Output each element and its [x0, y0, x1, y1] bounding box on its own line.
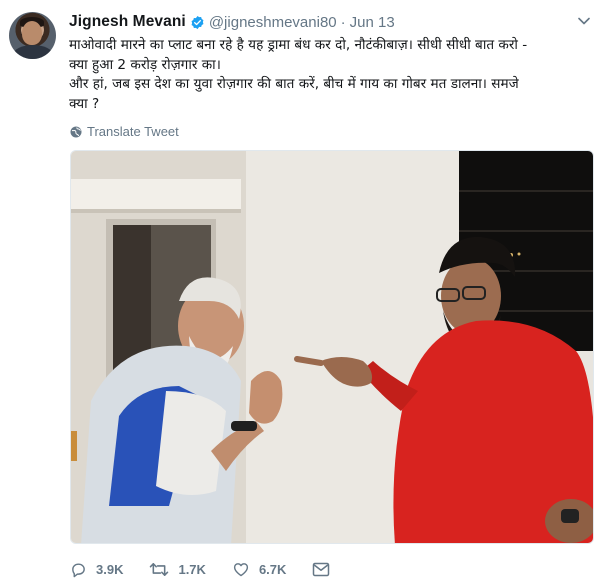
- direct-message-button[interactable]: [312, 562, 339, 577]
- tweet-text-line: माओवादी मारने का प्लाट बना रहे है यह ड्र…: [69, 37, 528, 53]
- verified-badge-icon: [191, 15, 204, 29]
- tweet: Jignesh Mevani @jigneshmevani80 · Jun 13…: [0, 0, 600, 585]
- tweet-text-line: और हां, जब इस देश का युवा रोज़गार की बात…: [69, 76, 519, 92]
- retweet-icon: [150, 562, 169, 576]
- translate-tweet-link[interactable]: Translate Tweet: [70, 124, 179, 139]
- author-handle[interactable]: @jigneshmevani80: [209, 14, 337, 31]
- chevron-down-icon[interactable]: [578, 16, 590, 26]
- tweet-text-line: क्या ?: [69, 95, 100, 112]
- reply-count: 3.9K: [96, 561, 124, 577]
- author-name[interactable]: Jignesh Mevani: [69, 13, 186, 31]
- translate-label: Translate Tweet: [87, 124, 179, 139]
- tweet-header: Jignesh Mevani @jigneshmevani80 · Jun 13: [69, 12, 395, 32]
- photo-illustration: [71, 151, 593, 543]
- reply-button[interactable]: 3.9K: [70, 561, 123, 578]
- globe-icon: [70, 126, 82, 137]
- tweet-photo[interactable]: [70, 150, 594, 544]
- avatar-face: [22, 21, 42, 45]
- retweet-count: 1.7K: [178, 561, 206, 577]
- tweet-text-line: क्या हुआ 2 करोड़ रोज़गार का।: [69, 56, 221, 73]
- tweet-actions: 3.9K 1.7K 6.7K: [70, 558, 370, 580]
- heart-icon: [233, 562, 249, 576]
- like-count: 6.7K: [258, 561, 287, 577]
- tweet-text: माओवादी मारने का प्लाट बना रहे है यह ड्र…: [69, 36, 589, 114]
- separator-dot: ·: [340, 13, 346, 31]
- like-button[interactable]: 6.7K: [232, 561, 286, 578]
- envelope-icon: [313, 562, 330, 576]
- retweet-button[interactable]: 1.7K: [149, 561, 206, 578]
- author-avatar[interactable]: [9, 12, 56, 59]
- tweet-date[interactable]: Jun 13: [350, 14, 395, 31]
- avatar-shirt: [13, 45, 53, 59]
- reply-icon: [72, 562, 85, 577]
